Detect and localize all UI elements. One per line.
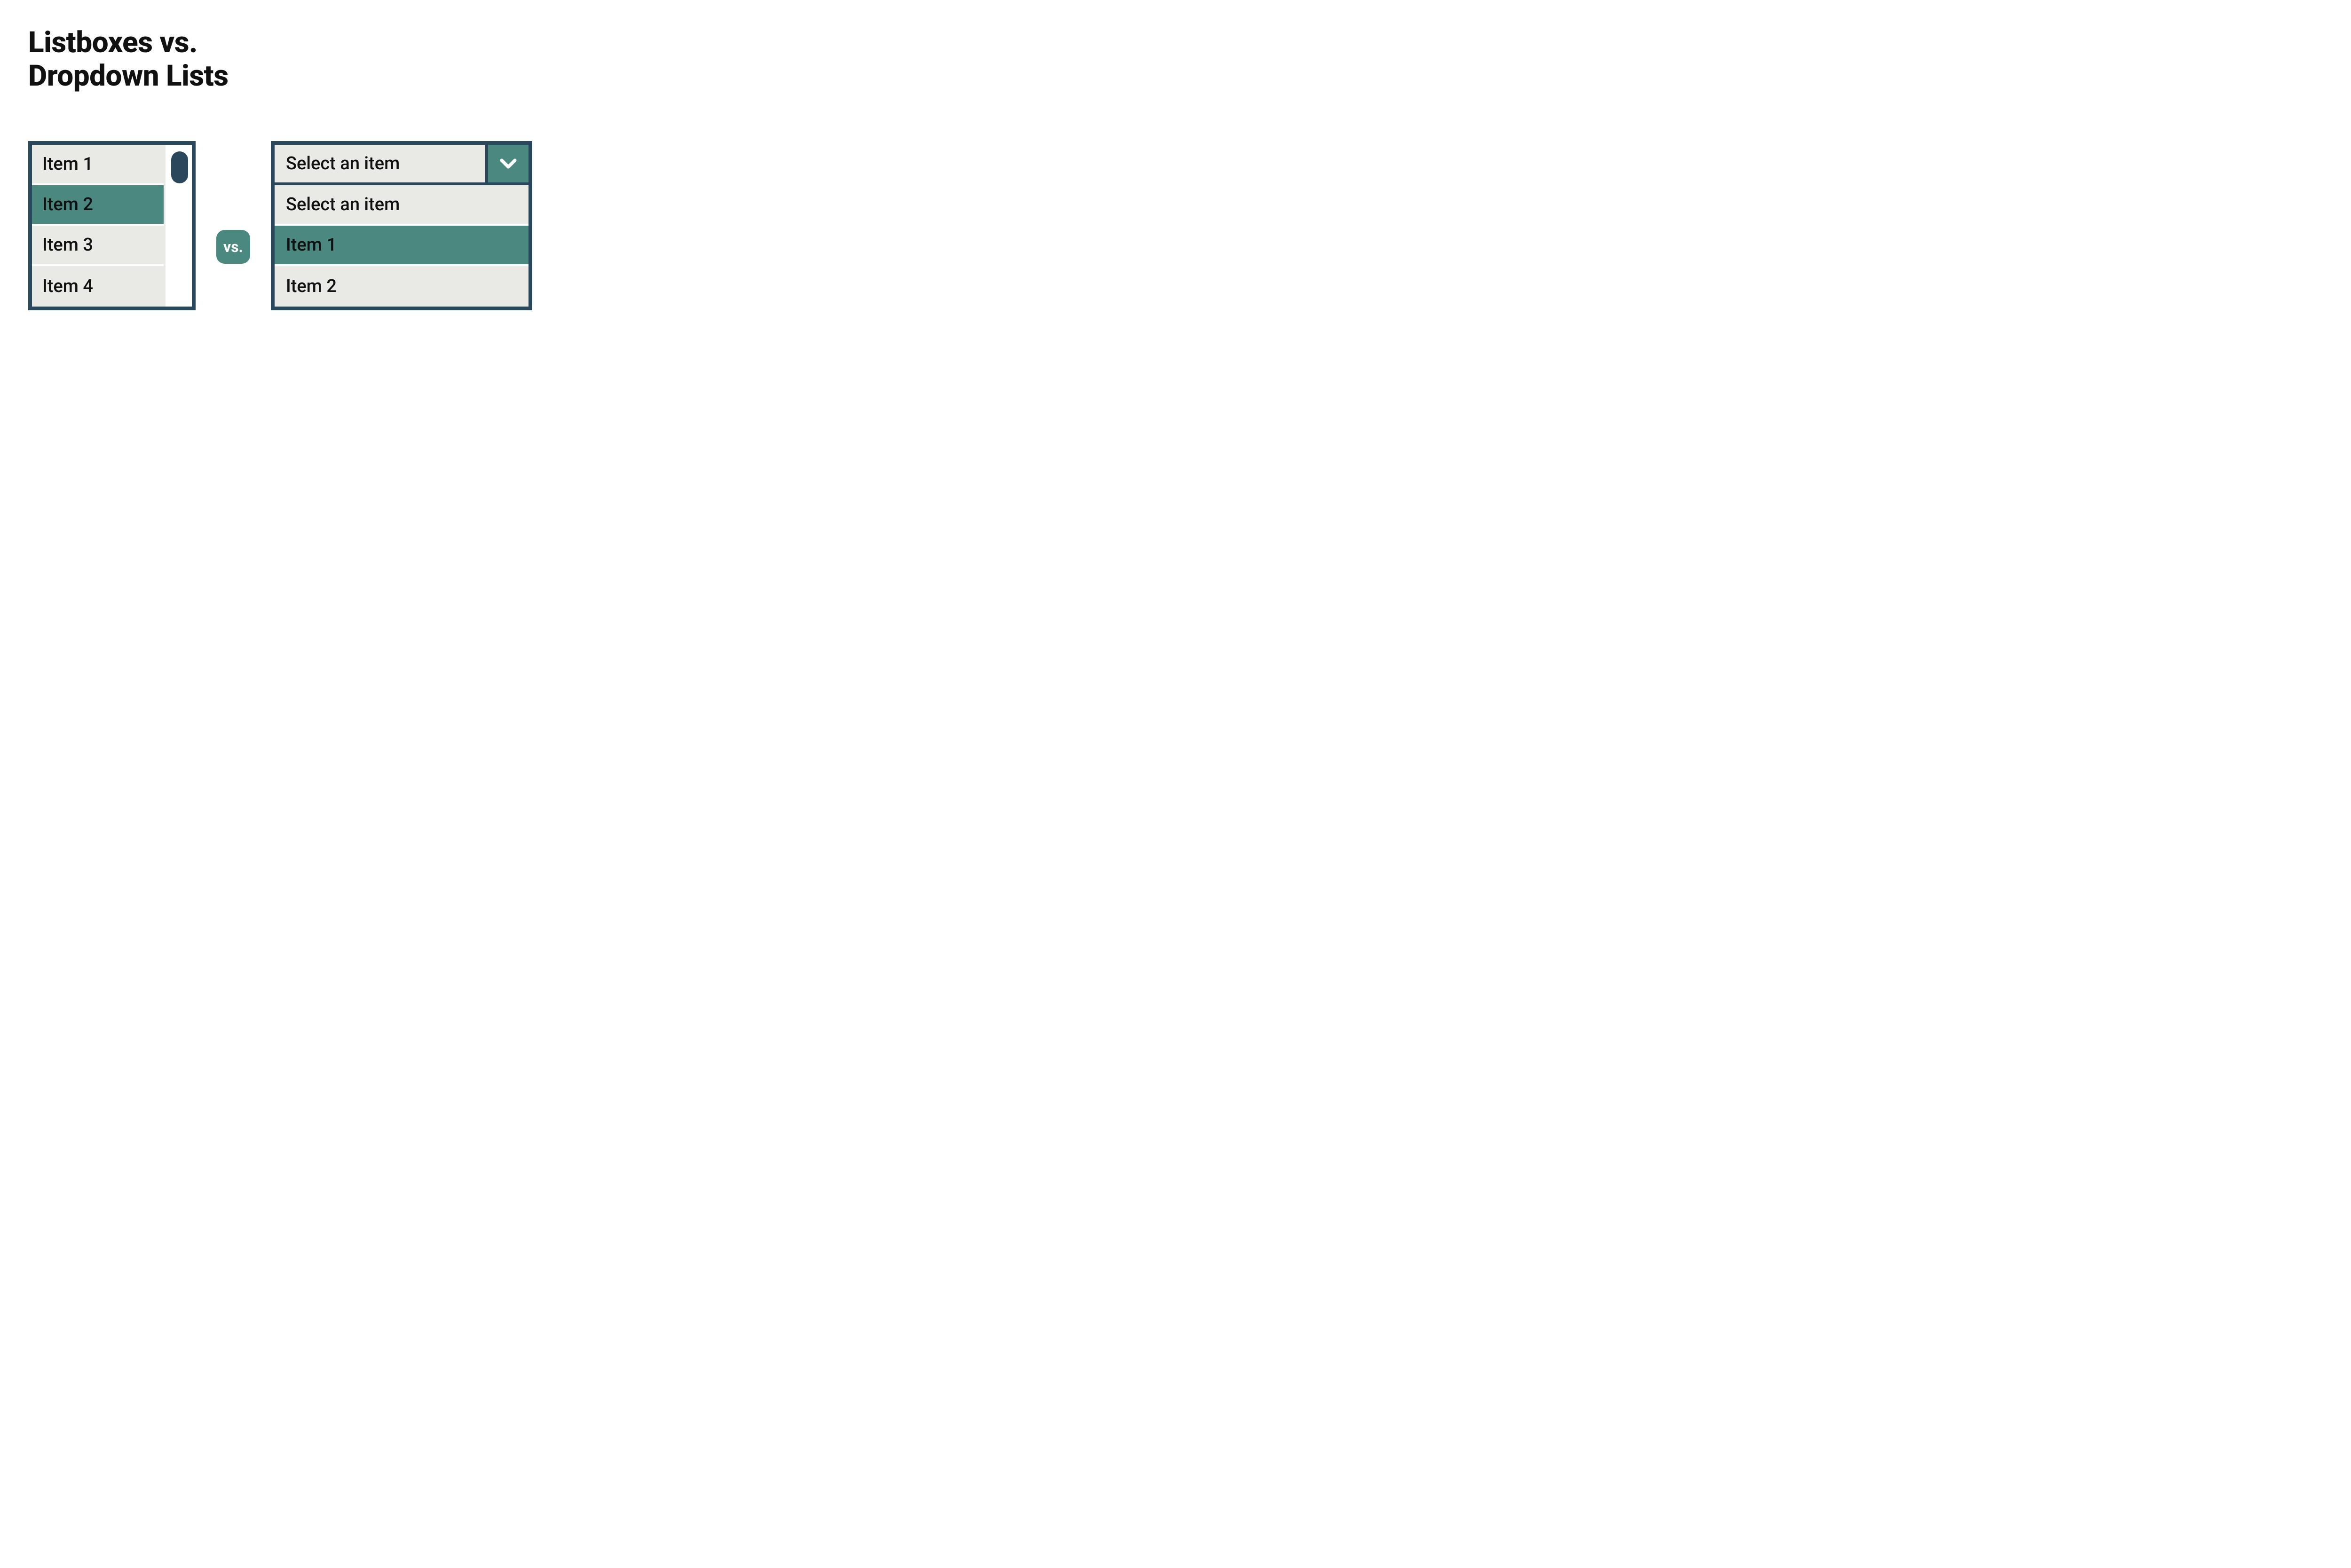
title-line-1: Listboxes vs. xyxy=(28,25,197,60)
dropdown-trigger[interactable]: Select an item xyxy=(275,145,529,185)
listbox-item-1[interactable]: Item 1 xyxy=(32,145,164,185)
chevron-down-icon xyxy=(498,154,518,173)
comparison-row: Item 1 Item 2 Item 3 Item 4 vs. Select a… xyxy=(28,141,532,310)
listbox-items: Item 1 Item 2 Item 3 Item 4 xyxy=(32,145,164,307)
vs-label: vs. xyxy=(223,238,243,256)
dropdown-option-1[interactable]: Item 1 xyxy=(275,226,529,266)
listbox-scrollbar[interactable] xyxy=(164,145,192,307)
title-line-2: Dropdown Lists xyxy=(28,59,229,93)
listbox-item-3[interactable]: Item 3 xyxy=(32,226,164,266)
listbox-item-2[interactable]: Item 2 xyxy=(32,185,164,226)
listbox[interactable]: Item 1 Item 2 Item 3 Item 4 xyxy=(28,141,196,310)
vs-badge: vs. xyxy=(216,230,250,264)
dropdown[interactable]: Select an item Select an item Item 1 Ite… xyxy=(271,141,532,310)
listbox-scrollbar-thumb[interactable] xyxy=(171,151,188,183)
dropdown-option-placeholder[interactable]: Select an item xyxy=(275,185,529,226)
page-title: Listboxes vs. Dropdown Lists xyxy=(28,26,229,93)
dropdown-arrow-button[interactable] xyxy=(488,145,529,182)
dropdown-trigger-text[interactable]: Select an item xyxy=(275,145,488,182)
listbox-item-4[interactable]: Item 4 xyxy=(32,266,164,307)
dropdown-option-2[interactable]: Item 2 xyxy=(275,266,529,307)
